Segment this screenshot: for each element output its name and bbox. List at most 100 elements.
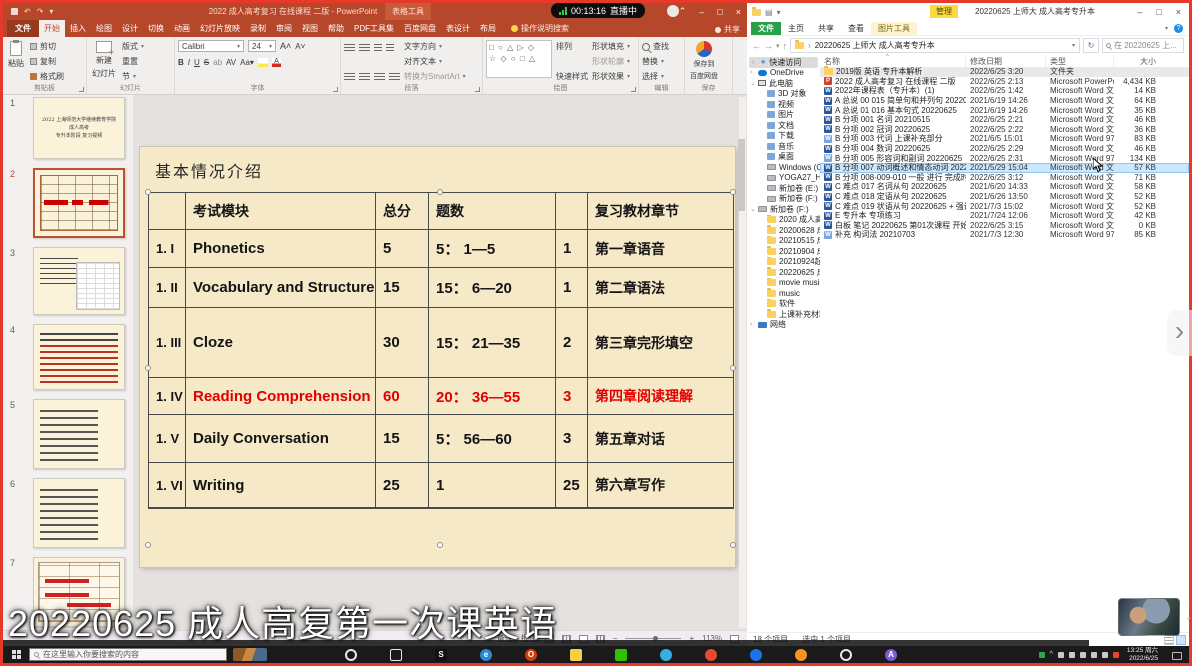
nav-item[interactable]: 3D 对象 [747, 89, 820, 100]
shape-gallery[interactable]: □ ○ △ ▷ ◇ ☆ ◇ ○ □ △ [486, 40, 552, 78]
explorer-maximize-button[interactable]: □ [1156, 7, 1161, 17]
forward-icon[interactable]: → [764, 41, 773, 51]
taskbar-icon-telegram[interactable] [660, 649, 672, 661]
slide-thumbnail[interactable]: 2 [3, 168, 133, 238]
bullets-icon[interactable] [344, 43, 355, 51]
address-breadcrumb[interactable]: › 20220625 上师大 成人高考专升本 ▾ [790, 38, 1080, 53]
slide-canvas[interactable]: 基本情况介绍 考试模块总分题数复习教材章节1. IPhonetics55： 1—… [140, 147, 735, 567]
shape-fill-button[interactable]: 形状填充▾ [592, 41, 630, 52]
table-handle[interactable] [437, 542, 443, 548]
nav-item[interactable]: Windows (C:) [747, 162, 820, 173]
align-text-button[interactable]: 对齐文本▾ [404, 56, 466, 67]
explorer-tab-共享[interactable]: 共享 [811, 22, 841, 35]
text-direction-button[interactable]: 文字方向▾ [404, 41, 466, 52]
indent-increase-icon[interactable] [386, 43, 394, 51]
font-size-select[interactable]: 24▾ [248, 40, 276, 52]
column-header-类型[interactable]: 类型 [1046, 55, 1114, 67]
bold-button[interactable]: B [178, 58, 184, 67]
new-slide-button[interactable]: 新建 幻灯片 [90, 40, 118, 83]
clipboard-dialog-launcher[interactable] [79, 87, 84, 92]
ppt-tab-帮助[interactable]: 帮助 [323, 20, 349, 37]
ppt-tab-动画[interactable]: 动画 [169, 20, 195, 37]
nav-item[interactable]: 桌面 [747, 152, 820, 163]
ppt-tab-切换[interactable]: 切换 [143, 20, 169, 37]
save-to-baidu-button[interactable]: 保存到 百度网盘 [688, 40, 720, 83]
zoom-slider[interactable] [625, 638, 681, 639]
nav-item[interactable]: ⌄此电脑 [747, 78, 820, 89]
align-left-icon[interactable] [344, 72, 355, 80]
search-highlight-widget[interactable] [233, 648, 267, 661]
antivirus-icon[interactable] [1039, 652, 1045, 658]
alert-icon[interactable] [1113, 652, 1119, 658]
maximize-button[interactable]: □ [717, 7, 722, 17]
nav-item[interactable]: 视频 [747, 99, 820, 110]
nav-item[interactable]: 新加卷 (E:) [747, 183, 820, 194]
format-painter-button[interactable]: 格式刷 [30, 71, 64, 82]
smartart-button[interactable]: 转换为SmartArt▾ [404, 71, 466, 82]
taskbar-search-input[interactable]: 在这里输入你要搜索的内容 [29, 648, 227, 661]
table-handle[interactable] [145, 542, 151, 548]
ppt-tab-录制[interactable]: 录制 [245, 20, 271, 37]
ppt-tab-绘图[interactable]: 绘图 [91, 20, 117, 37]
network-icon[interactable] [1102, 652, 1108, 658]
table-handle[interactable] [730, 365, 736, 371]
slide-thumbnail[interactable]: 6 [3, 478, 133, 548]
nav-item[interactable]: 20210904 成人高考 [747, 246, 820, 257]
taskbar-icon-wechat[interactable] [615, 649, 627, 661]
minimize-button[interactable]: – [699, 7, 704, 17]
replace-button[interactable]: 替换▾ [642, 56, 669, 67]
nav-item[interactable]: 图片 [747, 110, 820, 121]
nav-item[interactable]: 软件 [747, 299, 820, 310]
drawing-dialog-launcher[interactable] [631, 87, 636, 92]
explorer-tab-主页[interactable]: 主页 [781, 22, 811, 35]
slide-thumbnail[interactable]: 5 [3, 399, 133, 469]
shadow-button[interactable]: ab [213, 58, 222, 67]
close-button[interactable]: × [736, 7, 741, 17]
tools-icon[interactable] [1091, 652, 1097, 658]
nav-item[interactable]: 文档 [747, 120, 820, 131]
ppt-tab-表设计[interactable]: 表设计 [441, 20, 475, 37]
ppt-tab-视图[interactable]: 视图 [297, 20, 323, 37]
slide-scrollbar[interactable] [739, 97, 746, 628]
table-handle[interactable] [145, 365, 151, 371]
nav-item[interactable]: 上课补充材料 [747, 309, 820, 320]
nav-item[interactable]: 20220625 成人高考 [747, 267, 820, 278]
explorer-tab-图片工具[interactable]: 图片工具 [871, 22, 917, 35]
explorer-tab-文件[interactable]: 文件 [751, 22, 781, 35]
font-family-select[interactable]: Calibri▾ [178, 40, 244, 52]
taskbar-icon-app-blue[interactable] [750, 649, 762, 661]
up-icon[interactable]: ↑ [783, 41, 788, 51]
music-icon[interactable]: ♪ [1186, 600, 1190, 607]
explorer-tab-查看[interactable]: 查看 [841, 22, 871, 35]
ppt-tab-设计[interactable]: 设计 [117, 20, 143, 37]
manage-contextual-tab[interactable]: 管理 [930, 5, 958, 18]
underline-button[interactable]: U [194, 58, 200, 67]
ppt-tab-审阅[interactable]: 审阅 [271, 20, 297, 37]
strikethrough-button[interactable]: S [204, 58, 209, 67]
copy-button[interactable]: 复制 [30, 56, 64, 67]
taskbar-icon-edge[interactable]: e [480, 649, 492, 661]
table-handle[interactable] [730, 542, 736, 548]
nav-item[interactable]: 20210515 成人高考 [747, 236, 820, 247]
numbering-icon[interactable] [359, 43, 370, 51]
share-button[interactable]: 共享 [715, 24, 740, 35]
taskbar-icon-app-s[interactable]: S [435, 649, 447, 661]
slide-thumbnail[interactable]: 4 [3, 324, 133, 390]
taskbar-icon-app-orange[interactable] [795, 649, 807, 661]
notification-center-icon[interactable] [1172, 652, 1182, 660]
recent-icon[interactable]: ▾ [776, 42, 780, 50]
taskbar-icon-office-red[interactable]: O [525, 649, 537, 661]
refresh-icon[interactable]: ↻ [1083, 38, 1099, 53]
nav-item[interactable]: 20210924起 高起专 [747, 257, 820, 268]
arrange-button[interactable]: 排列 [556, 41, 588, 52]
clock[interactable]: 13:25 周六 2022/6/25 [1127, 647, 1158, 663]
highlight-color-icon[interactable] [258, 58, 268, 67]
case-button[interactable]: Aa▾ [240, 58, 254, 67]
taskbar-icon-cortana[interactable] [345, 649, 357, 661]
slide-thumbnail[interactable]: 12022 上海师范大学继续教育学院成人高考专升本阶段 复习视频 [3, 97, 133, 159]
ppt-tab-布局[interactable]: 布局 [475, 20, 501, 37]
qat-dropdown-icon[interactable]: ▾ [49, 7, 53, 16]
explorer-qat-dropdown-icon[interactable]: ▾ [777, 8, 781, 17]
column-header-大小[interactable]: 大小 [1114, 55, 1162, 67]
speaker-icon[interactable] [1069, 652, 1075, 658]
